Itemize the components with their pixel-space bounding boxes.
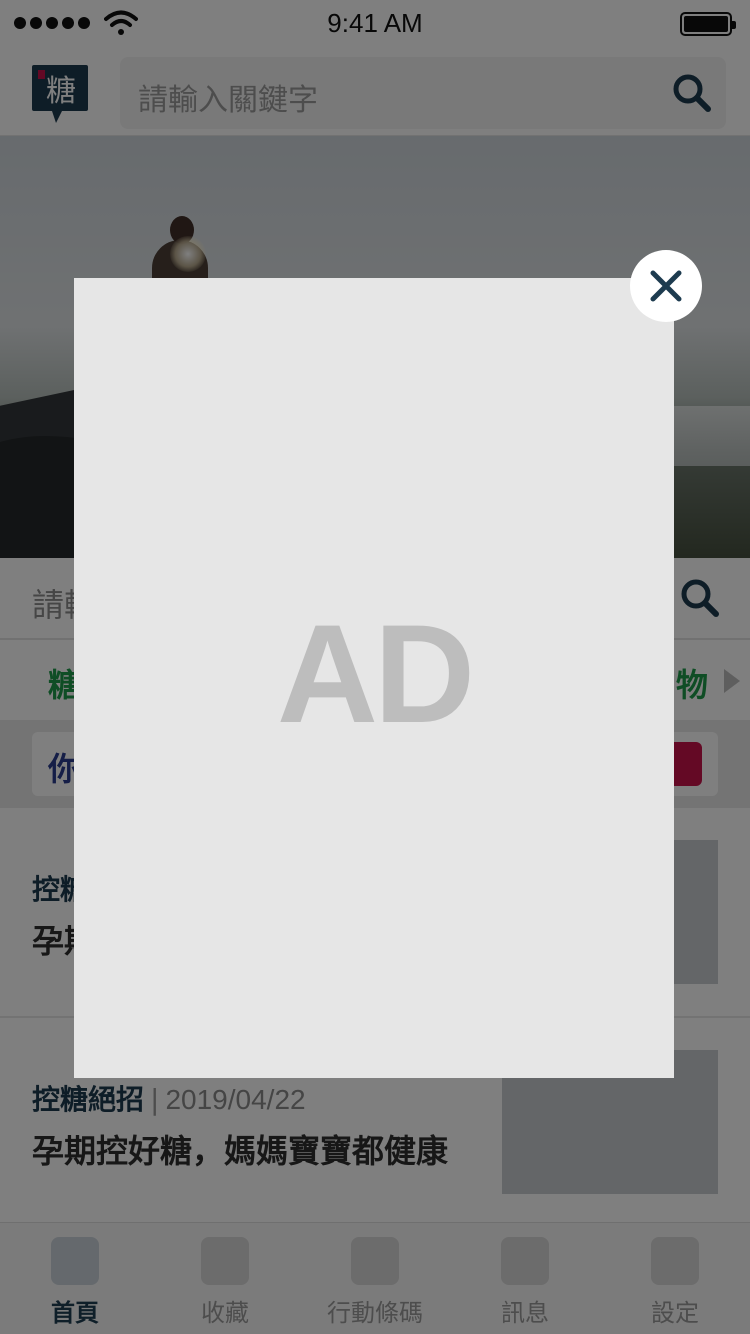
ad-close-button[interactable]	[630, 250, 702, 322]
ad-label: AD	[276, 595, 475, 752]
close-icon	[650, 270, 682, 302]
ad-popup[interactable]: AD	[74, 278, 674, 1078]
